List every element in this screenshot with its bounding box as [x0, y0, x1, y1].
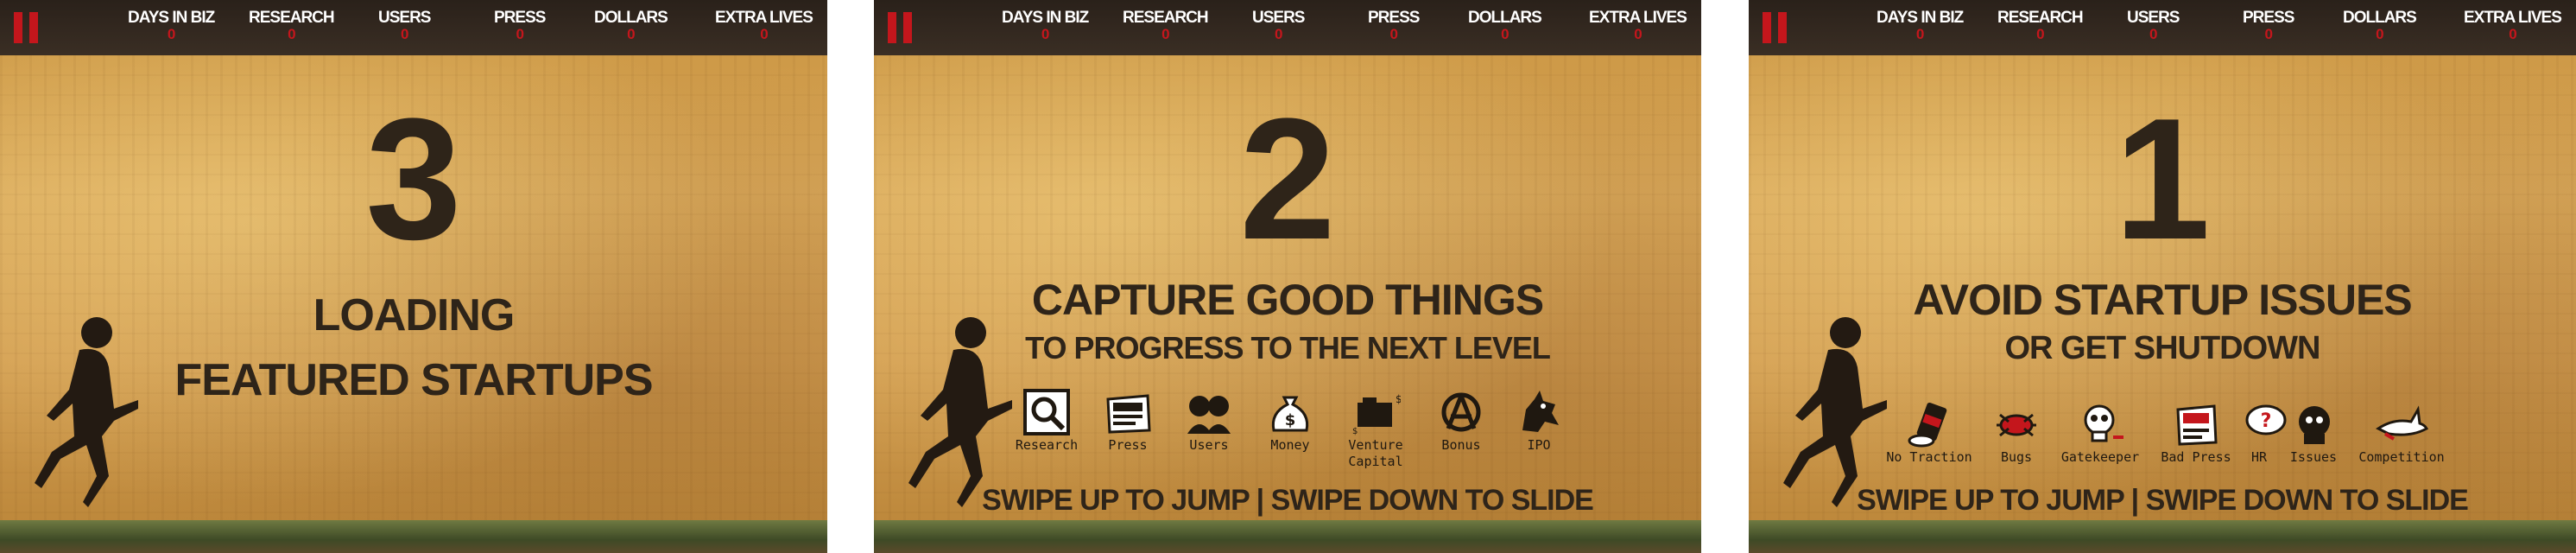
ground-strip	[0, 520, 827, 553]
swipe-up-hint: SWIPE UP TO JUMP	[982, 484, 1250, 517]
legend-item-bugs: Bugs	[1984, 399, 2049, 466]
bad-press-icon	[2176, 404, 2218, 446]
countdown-screen-2: DAYS IN BIZ 0 RESEARCH 0 USERS 0 PRESS 0 DOL…	[874, 0, 1701, 553]
legend-item-venture-capital: $ $ Venture Capital	[1337, 387, 1415, 470]
gatekeeper-skull-icon	[2084, 404, 2123, 442]
legend-item-press: Press	[1093, 387, 1162, 454]
svg-text:?: ?	[2261, 410, 2272, 432]
stat-dollars: DOLLARS 0	[2343, 9, 2417, 42]
stat-extra-lives: EXTRA LIVES 0	[2464, 9, 2562, 42]
bonus-icon	[1441, 392, 1481, 432]
shark-icon	[2376, 405, 2428, 441]
stat-research: RESEARCH 0	[1123, 9, 1209, 42]
stats-bar: DAYS IN BIZ 0 RESEARCH 0 USERS 0 PRESS 0 DOL…	[0, 0, 827, 55]
legend-item-bonus: Bonus	[1427, 387, 1496, 454]
legend-item-competition: Competition	[2350, 399, 2453, 466]
legend-item-ipo: IPO	[1504, 387, 1573, 454]
divider: |	[2130, 484, 2146, 517]
pause-button[interactable]	[14, 12, 38, 43]
stat-days-in-biz: DAYS IN BIZ 0	[1002, 9, 1089, 42]
stat-users: USERS 0	[2127, 9, 2180, 42]
no-traction-icon	[1908, 402, 1947, 448]
magnifier-icon	[1023, 389, 1070, 435]
stat-research: RESEARCH 0	[1997, 9, 2084, 42]
legend-item-bad-press: Bad Press	[2151, 399, 2241, 466]
venture-capital-icon: $$	[1352, 393, 1401, 436]
runner-character-icon	[35, 317, 138, 507]
legend-item-money: $ Money	[1256, 387, 1325, 454]
stat-extra-lives: EXTRA LIVES 0	[715, 9, 813, 42]
countdown-number: 1	[2114, 83, 2211, 276]
svg-text:$: $	[1396, 393, 1401, 405]
legend-item-gatekeeper: Gatekeeper	[2053, 399, 2148, 466]
legend-item-no-traction: No Traction	[1878, 399, 1980, 466]
swipe-instructions: SWIPE UP TO JUMP | SWIPE DOWN TO SLIDE	[1749, 484, 2576, 518]
countdown-screen-3: DAYS IN BIZ 0 RESEARCH 0 USERS 0 PRESS 0 DOL…	[0, 0, 827, 553]
stat-extra-lives: EXTRA LIVES 0	[1589, 9, 1687, 42]
countdown-number: 3	[365, 83, 462, 276]
pause-button[interactable]	[888, 12, 912, 43]
stat-days-in-biz: DAYS IN BIZ 0	[128, 9, 215, 42]
legend-item-research: Research	[1012, 387, 1081, 454]
good-press-icon	[1106, 394, 1151, 434]
svg-text:$: $	[1352, 427, 1358, 436]
legend-item-hr: ? HR	[2241, 399, 2287, 466]
stat-days-in-biz: DAYS IN BIZ 0	[1877, 9, 1964, 42]
stat-press: PRESS 0	[1368, 9, 1420, 42]
stat-users: USERS 0	[1252, 9, 1305, 42]
issues-icon	[2299, 406, 2330, 444]
countdown-screen-1: DAYS IN BIZ 0 RESEARCH 0 USERS 0 PRESS 0 DOL…	[1749, 0, 2576, 553]
countdown-number: 2	[1239, 83, 1336, 276]
stat-press: PRESS 0	[494, 9, 546, 42]
stats-bar: DAYS IN BIZ 0 RESEARCH 0 USERS 0 PRESS 0 DOL…	[874, 0, 1701, 55]
swipe-instructions: SWIPE UP TO JUMP | SWIPE DOWN TO SLIDE	[874, 484, 1701, 518]
pause-button[interactable]	[1763, 12, 1787, 43]
swipe-up-hint: SWIPE UP TO JUMP	[1857, 484, 2124, 517]
stat-press: PRESS 0	[2243, 9, 2294, 42]
svg-text:$: $	[1285, 411, 1296, 429]
legend-item-issues: Issues	[2281, 399, 2346, 466]
stat-research: RESEARCH 0	[249, 9, 335, 42]
stat-dollars: DOLLARS 0	[1468, 9, 1542, 42]
stat-users: USERS 0	[378, 9, 431, 42]
ground-strip	[1749, 520, 2576, 553]
swipe-down-hint: SWIPE DOWN TO SLIDE	[2145, 484, 2469, 517]
swipe-down-hint: SWIPE DOWN TO SLIDE	[1270, 484, 1594, 517]
ipo-icon	[1522, 391, 1559, 432]
ground-strip	[874, 520, 1701, 553]
stats-bar: DAYS IN BIZ 0 RESEARCH 0 USERS 0 PRESS 0 DOL…	[1749, 0, 2576, 55]
legend-item-users: Users	[1174, 387, 1244, 454]
money-bag-icon: $	[1271, 396, 1309, 432]
divider: |	[1256, 484, 1271, 517]
bug-icon	[1997, 413, 2036, 437]
users-icon	[1187, 396, 1231, 434]
stat-dollars: DOLLARS 0	[594, 9, 668, 42]
